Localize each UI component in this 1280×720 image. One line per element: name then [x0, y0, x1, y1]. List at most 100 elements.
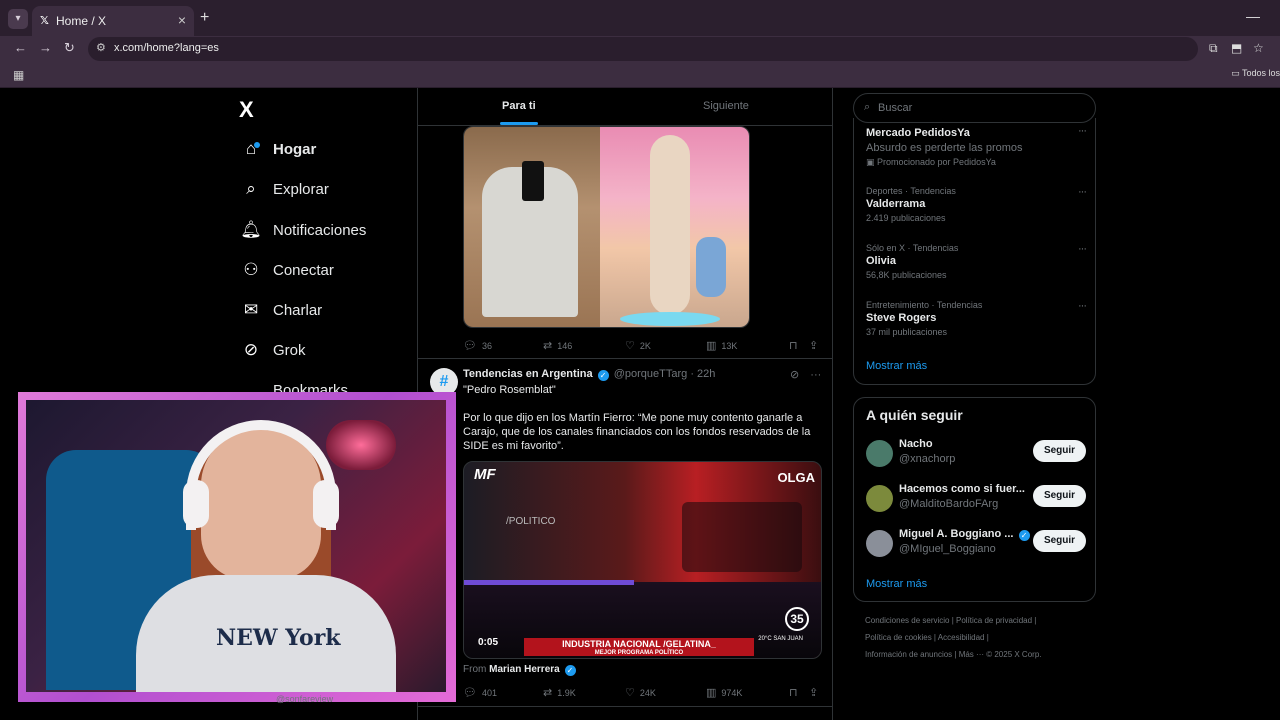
notification-dot: [254, 142, 260, 148]
repost-icon: ⇄: [543, 687, 553, 699]
avatar[interactable]: [866, 485, 893, 512]
avatar[interactable]: [866, 440, 893, 467]
follow-show-more-link[interactable]: Mostrar más: [866, 578, 927, 590]
back-button[interactable]: ←: [14, 40, 27, 55]
reply-button[interactable]: 💬︎ 36: [463, 339, 492, 352]
avatar[interactable]: [866, 530, 893, 557]
follow-button[interactable]: Seguir: [1033, 530, 1086, 552]
reply-button[interactable]: 💬︎ 401: [463, 686, 497, 699]
nav-item-home[interactable]: ⌂ Hogar: [240, 134, 316, 164]
reply-count: 401: [481, 687, 497, 698]
close-tab-icon[interactable]: ×: [178, 12, 186, 28]
from-author[interactable]: Marian Herrera: [489, 664, 560, 675]
bookmark-star-icon[interactable]: ☆: [1253, 41, 1264, 55]
tweet-image-grid[interactable]: [463, 126, 750, 328]
heart-icon: ♡: [625, 340, 635, 352]
heart-icon: ♡: [625, 687, 635, 699]
verified-badge-icon: ✓: [564, 665, 576, 676]
user-name[interactable]: Hacemos como si fuer...: [899, 483, 1025, 495]
repost-icon: ⇄: [543, 340, 553, 352]
search-placeholder: Buscar: [878, 102, 913, 114]
tweet2-video[interactable]: MF OLGA /POLITICO INDUSTRIA NACIONAL /GE…: [463, 461, 822, 659]
footer-line[interactable]: Política de cookies | Accesibilidad |: [865, 629, 1095, 646]
more-options-icon[interactable]: ···: [1078, 186, 1087, 198]
repost-button[interactable]: ⇄ 146: [543, 339, 572, 352]
new-tab-button[interactable]: +: [200, 9, 209, 27]
follow-button[interactable]: Seguir: [1033, 485, 1086, 507]
tab-for-you[interactable]: Para ti: [502, 100, 536, 112]
trend-item[interactable]: Mercado PedidosYa Absurdo es perderte la…: [866, 125, 1087, 168]
promoted-icon: ▣: [866, 157, 878, 167]
site-info-icon[interactable]: ⚙: [96, 41, 106, 54]
tab-search-button[interactable]: ▾: [8, 9, 28, 29]
nav-item-messages[interactable]: ✉ Charlar: [240, 295, 322, 325]
trend-item[interactable]: Deportes · Tendencias Valderrama 2.419 p…: [866, 186, 1087, 223]
follow-suggestion[interactable]: Miguel A. Boggiano ... ✓ @MIguel_Boggian…: [866, 528, 1086, 562]
bookmark-button[interactable]: ⊓: [789, 339, 803, 352]
repost-button[interactable]: ⇄ 1.9K: [543, 686, 576, 699]
bell-icon: 🔔︎: [240, 220, 262, 239]
footer-line[interactable]: Condiciones de servicio | Política de pr…: [865, 612, 1095, 629]
views-button[interactable]: ▥ 974K: [706, 686, 742, 699]
trend-item[interactable]: Entretenimiento · Tendencias Steve Roger…: [866, 300, 1087, 337]
more-options-icon[interactable]: ···: [1078, 243, 1087, 255]
like-button[interactable]: ♡ 24K: [625, 686, 656, 699]
share-button[interactable]: ⇪: [809, 686, 823, 699]
views-button[interactable]: ▥ 13K: [706, 339, 737, 352]
tab-following[interactable]: Siguiente: [703, 100, 749, 112]
nav-item-notifications[interactable]: 🔔︎ Notificaciones: [240, 215, 366, 245]
nav-label-messages: Charlar: [273, 301, 323, 319]
forward-button[interactable]: →: [39, 40, 52, 55]
tweet2-author-name[interactable]: Tendencias en Argentina: [463, 368, 593, 380]
footer-links: Condiciones de servicio | Política de pr…: [865, 612, 1095, 663]
tweet2-menu: ⊘ ···: [790, 368, 821, 381]
image-platform: [620, 312, 720, 326]
video-channel-logo: OLGA: [777, 470, 815, 485]
follow-button[interactable]: Seguir: [1033, 440, 1086, 462]
browser-tab[interactable]: 𝕏 Home / X ×: [32, 6, 194, 36]
user-name[interactable]: Nacho: [899, 438, 933, 450]
bookmark-button[interactable]: ⊓: [789, 686, 803, 699]
tweet2-time[interactable]: · 22h: [690, 368, 715, 380]
user-name-verified[interactable]: Miguel A. Boggiano ... ✓: [899, 528, 1032, 541]
grok-explain-icon[interactable]: ⊘: [790, 369, 799, 381]
user-handle: @MalditoBardoFArg: [899, 498, 999, 510]
trends-panel: Mercado PedidosYa Absurdo es perderte la…: [853, 118, 1096, 385]
tweet2-action-bar: 💬︎ 401 ⇄ 1.9K ♡ 24K ▥ 974K ⊓ ⇪: [463, 684, 823, 702]
reload-button[interactable]: ↻: [64, 40, 75, 56]
all-bookmarks-folder[interactable]: ▭ Todos los: [1231, 68, 1280, 79]
user-handle: @MIguel_Boggiano: [899, 543, 996, 555]
more-options-icon[interactable]: ···: [810, 369, 821, 381]
window-minimize-button[interactable]: —: [1246, 8, 1260, 24]
more-options-icon[interactable]: ···: [1078, 300, 1087, 312]
x-logo-icon[interactable]: X: [239, 97, 254, 123]
trends-show-more-link[interactable]: Mostrar más: [866, 360, 927, 372]
trend-item[interactable]: Sólo en X · Tendencias Olivia 56,8K publ…: [866, 243, 1087, 280]
grok-icon: ⊘: [243, 340, 259, 359]
nav-item-grok[interactable]: ⊘ Grok: [240, 335, 306, 365]
tweet-image-right[interactable]: [600, 127, 749, 327]
follow-suggestion[interactable]: Nacho @xnachorp Seguir: [866, 438, 1086, 472]
translate-icon[interactable]: ⧉: [1209, 41, 1218, 56]
follow-suggestion[interactable]: Hacemos como si fuer... @MalditoBardoFAr…: [866, 483, 1086, 517]
tweet-image-left[interactable]: [464, 127, 600, 327]
image-phone: [522, 161, 544, 201]
nav-label-home: Hogar: [273, 140, 317, 158]
address-bar[interactable]: ⚙ x.com/home?lang=es: [88, 37, 1198, 61]
nav-item-connect[interactable]: ⚇ Conectar: [240, 255, 334, 285]
footer-line[interactable]: Información de anuncios | Más ··· © 2025…: [865, 646, 1095, 663]
webcam-overlay: NEW York: [18, 392, 456, 702]
trend-name: Valderrama: [866, 198, 926, 210]
tweet2-header: Tendencias en Argentina ✓ @porqueTTarg ·…: [463, 368, 715, 381]
promoted-label: Promocionado por PedidosYa: [877, 157, 996, 167]
share-button[interactable]: ⇪: [809, 339, 823, 352]
tweet2-handle[interactable]: @porqueTTarg: [614, 368, 688, 380]
nav-item-explore[interactable]: ⌕ Explorar: [240, 174, 329, 204]
install-icon[interactable]: ⬒: [1231, 41, 1242, 55]
apps-grid-icon[interactable]: ▦: [13, 68, 24, 82]
like-button[interactable]: ♡ 2K: [625, 339, 651, 352]
trend-promoted-by: ▣ Promocionado por PedidosYa: [866, 157, 1086, 168]
webcam-light: [326, 420, 396, 470]
video-light-strip: [464, 580, 634, 585]
more-options-icon[interactable]: ···: [1078, 125, 1087, 137]
